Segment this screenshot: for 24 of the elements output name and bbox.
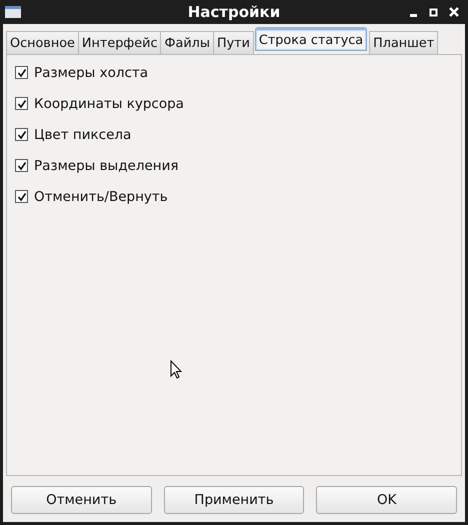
checkbox-label[interactable]: Координаты курсора <box>34 96 184 112</box>
tab[interactable]: Основное <box>6 31 79 54</box>
checkbox[interactable] <box>15 66 28 79</box>
close-icon[interactable] <box>449 7 459 17</box>
checkbox-label[interactable]: Размеры выделения <box>34 158 179 174</box>
dialog-button[interactable]: OK <box>316 486 458 514</box>
window-title: Настройки <box>188 3 280 21</box>
mouse-pointer-icon <box>170 360 182 379</box>
checkbox[interactable] <box>15 97 28 110</box>
dialog-button[interactable]: Отменить <box>11 486 152 514</box>
tab[interactable]: Планшет <box>369 31 438 54</box>
window-icon <box>5 6 21 18</box>
checkbox-label[interactable]: Отменить/Вернуть <box>34 188 168 204</box>
tab[interactable]: Строка статуса <box>254 27 368 51</box>
checkbox[interactable] <box>15 190 28 203</box>
checkbox[interactable] <box>15 128 28 141</box>
checkbox[interactable] <box>15 159 28 172</box>
checkbox-label[interactable]: Цвет пиксела <box>34 126 132 142</box>
tab[interactable]: Интерфейс <box>78 31 162 54</box>
tab[interactable]: Файлы <box>160 31 214 54</box>
dialog-button[interactable]: Применить <box>164 486 304 514</box>
maximize-icon[interactable] <box>429 7 439 17</box>
tab[interactable]: Пути <box>212 31 254 54</box>
checkbox-label[interactable]: Размеры холста <box>34 64 148 80</box>
